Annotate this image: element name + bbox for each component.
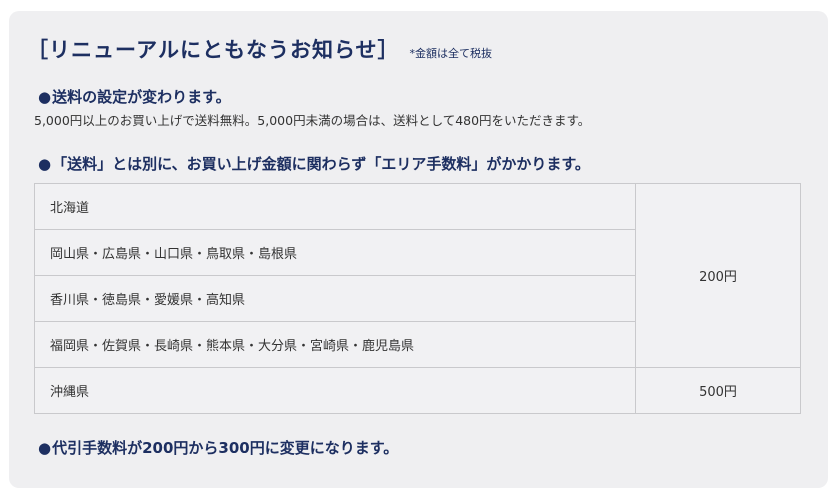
table-row: 北海道 200円 (34, 183, 801, 368)
bullet-icon: ● (38, 439, 52, 457)
page-title: ［リニューアルにともなうお知らせ］ (27, 38, 400, 62)
cod-heading-text: 代引手数料が200円から300円に変更になります。 (52, 439, 399, 457)
table-row: 沖縄県 500円 (34, 367, 801, 414)
region-cell: 香川県・徳島県・愛媛県・高知県 (34, 275, 636, 322)
title-row: ［リニューアルにともなうお知らせ］ *金額は全て税抜 (27, 34, 492, 64)
fee-cell: 500円 (635, 367, 801, 414)
bullet-icon: ● (38, 155, 52, 173)
area-fee-heading-text: 「送料」とは別に、お買い上げ金額に関わらず「エリア手数料」がかかります。 (52, 155, 590, 173)
area-fee-table: 北海道 200円 岡山県・広島県・山口県・鳥取県・島根県 香川県・徳島県・愛媛県… (34, 183, 801, 414)
cod-heading: ●代引手数料が200円から300円に変更になります。 (38, 437, 398, 458)
tax-note: *金額は全て税抜 (409, 47, 493, 60)
bullet-icon: ● (38, 88, 52, 106)
shipping-description: 5,000円以上のお買い上げで送料無料。5,000円未満の場合は、送料として48… (34, 113, 591, 128)
shipping-heading-text: 送料の設定が変わります。 (52, 88, 231, 106)
region-cell: 沖縄県 (34, 367, 636, 414)
shipping-heading: ●送料の設定が変わります。 (38, 86, 231, 107)
area-fee-heading: ●「送料」とは別に、お買い上げ金額に関わらず「エリア手数料」がかかります。 (38, 153, 590, 174)
fee-cell: 200円 (635, 183, 801, 368)
region-cell: 福岡県・佐賀県・長崎県・熊本県・大分県・宮崎県・鹿児島県 (34, 321, 636, 368)
region-cell: 岡山県・広島県・山口県・鳥取県・島根県 (34, 229, 636, 276)
region-cell: 北海道 (34, 183, 636, 230)
